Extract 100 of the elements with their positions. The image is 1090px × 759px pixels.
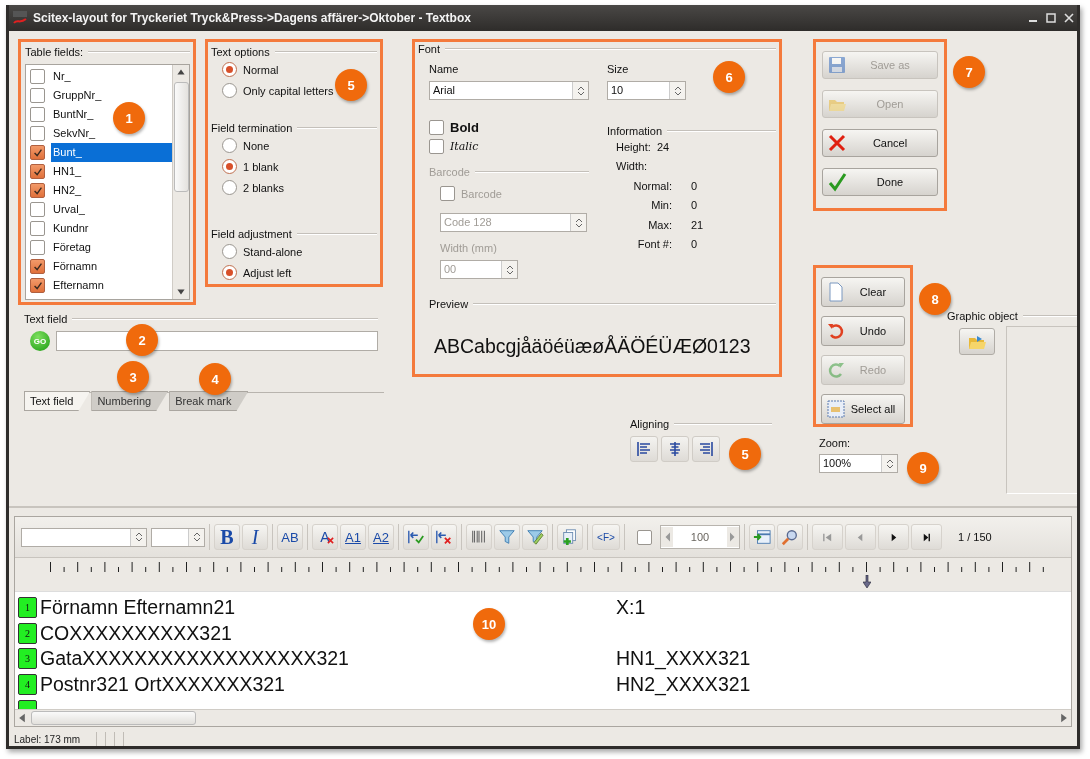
info-value: 0 xyxy=(691,238,698,251)
spinner-arrows-icon[interactable] xyxy=(505,263,514,276)
list-item[interactable]: HN2_ xyxy=(51,181,82,200)
group-label: Information xyxy=(607,125,663,137)
format-button[interactable]: A xyxy=(312,524,338,550)
line-text: HN1_XXXX321 xyxy=(616,647,751,671)
last-page-icon xyxy=(921,531,932,543)
text-input[interactable] xyxy=(56,331,378,351)
list-item[interactable]: Förnamn xyxy=(51,257,98,276)
checkbox[interactable] xyxy=(30,202,45,217)
checkbox[interactable] xyxy=(30,69,45,84)
scroll-thumb[interactable] xyxy=(31,711,196,725)
group-label: Field adjustment xyxy=(211,227,292,240)
tab[interactable]: Numbering xyxy=(91,391,169,411)
checkbox[interactable] xyxy=(30,183,45,198)
spinner-arrows-icon[interactable] xyxy=(673,84,682,97)
list-item[interactable]: Nr_ xyxy=(51,67,71,86)
close-icon[interactable] xyxy=(1064,13,1074,23)
spinner-arrows-icon[interactable] xyxy=(576,84,585,97)
radio-button[interactable] xyxy=(222,62,237,77)
first-page-button[interactable] xyxy=(812,524,843,550)
step-field[interactable]: 100 xyxy=(660,525,740,549)
accept-field-button[interactable] xyxy=(403,524,429,550)
action-button[interactable]: Select all xyxy=(821,394,905,424)
list-item[interactable]: GruppNr_ xyxy=(51,86,102,105)
format-button[interactable]: B xyxy=(214,524,240,550)
last-page-button[interactable] xyxy=(911,524,942,550)
filter-button[interactable] xyxy=(494,524,520,550)
radio-button[interactable] xyxy=(222,244,237,259)
action-button[interactable]: Undo xyxy=(821,316,905,346)
info-label: Font #: xyxy=(636,238,672,251)
checkbox[interactable] xyxy=(637,529,652,545)
checkbox[interactable] xyxy=(30,145,45,160)
action-button[interactable]: Done xyxy=(822,168,938,196)
maximize-icon[interactable] xyxy=(1046,13,1056,23)
list-item[interactable]: HN1_ xyxy=(51,162,82,181)
add-copy-button[interactable] xyxy=(557,524,583,550)
list-item[interactable]: Kundnr xyxy=(51,219,89,238)
format-button[interactable]: AB xyxy=(277,524,303,550)
list-item[interactable]: Bunt_ xyxy=(51,143,172,162)
action-button[interactable]: Clear xyxy=(821,277,905,307)
checkbox[interactable] xyxy=(30,278,45,293)
radio-label: Stand-alone xyxy=(243,245,303,258)
align-center-button[interactable] xyxy=(661,436,689,462)
format-button[interactable]: I xyxy=(242,524,268,550)
open-folder-button[interactable] xyxy=(959,328,995,355)
action-button[interactable]: Cancel xyxy=(822,129,938,157)
list-item[interactable]: Efternamn xyxy=(51,276,104,295)
size-field[interactable] xyxy=(151,527,205,547)
list-item[interactable]: SekvNr_ xyxy=(51,124,96,143)
tab[interactable]: Text field xyxy=(24,391,91,411)
radio-button[interactable] xyxy=(222,159,237,174)
zoom-field[interactable]: 100% xyxy=(819,454,898,473)
checkbox[interactable] xyxy=(429,120,444,135)
font-size-field[interactable]: 10 xyxy=(607,81,686,100)
tab[interactable]: Break mark xyxy=(169,391,249,411)
radio-button[interactable] xyxy=(222,180,237,195)
spinner-arrows-icon[interactable] xyxy=(574,216,583,229)
format-button[interactable]: A2 xyxy=(368,524,394,550)
checkbox-label: Barcode xyxy=(461,187,502,200)
list-item[interactable]: Företag xyxy=(51,238,91,257)
undo-icon xyxy=(826,321,846,341)
checkbox[interactable] xyxy=(30,107,45,122)
checkbox[interactable] xyxy=(30,259,45,274)
scrollbar[interactable] xyxy=(172,65,189,299)
barcode-button[interactable] xyxy=(466,524,492,550)
scroll-thumb[interactable] xyxy=(173,82,189,192)
align-right-button[interactable] xyxy=(692,436,720,462)
checkbox[interactable] xyxy=(30,221,45,236)
checkbox[interactable] xyxy=(30,88,45,103)
format-button[interactable]: A1 xyxy=(340,524,366,550)
list-item[interactable]: Urval_ xyxy=(51,200,85,219)
insert-field-button[interactable]: <F> xyxy=(592,524,620,550)
radio-label: Only capital letters xyxy=(243,84,334,97)
font-name-field[interactable]: Arial xyxy=(429,81,589,100)
line-number: 1 xyxy=(18,597,37,619)
list-item[interactable]: BuntNr_ xyxy=(51,105,94,124)
checkbox[interactable] xyxy=(30,164,45,179)
checkbox[interactable] xyxy=(429,139,444,154)
radio-button[interactable] xyxy=(222,83,237,98)
search-button[interactable] xyxy=(777,524,803,550)
scrollbar[interactable] xyxy=(15,709,1071,726)
blank-page-icon xyxy=(826,282,846,302)
checkbox[interactable] xyxy=(30,240,45,255)
remove-field-button[interactable] xyxy=(431,524,457,550)
search-icon xyxy=(781,528,799,546)
ruler-marker-icon[interactable] xyxy=(863,575,871,589)
radio-button[interactable] xyxy=(222,265,237,280)
field-label: Width (mm) xyxy=(440,242,498,256)
line-text: GataXXXXXXXXXXXXXXXXXX321 xyxy=(40,647,349,671)
edit-filter-button[interactable] xyxy=(522,524,548,550)
spinner-arrows-icon[interactable] xyxy=(885,457,894,470)
group-label: Text options xyxy=(211,45,270,58)
radio-button[interactable] xyxy=(222,138,237,153)
import-button[interactable] xyxy=(749,524,775,550)
checkbox[interactable] xyxy=(30,126,45,141)
spinner-arrows-icon[interactable] xyxy=(134,531,143,543)
align-left-button[interactable] xyxy=(630,436,658,462)
font-field[interactable] xyxy=(21,527,147,547)
spinner-arrows-icon[interactable] xyxy=(192,531,201,543)
